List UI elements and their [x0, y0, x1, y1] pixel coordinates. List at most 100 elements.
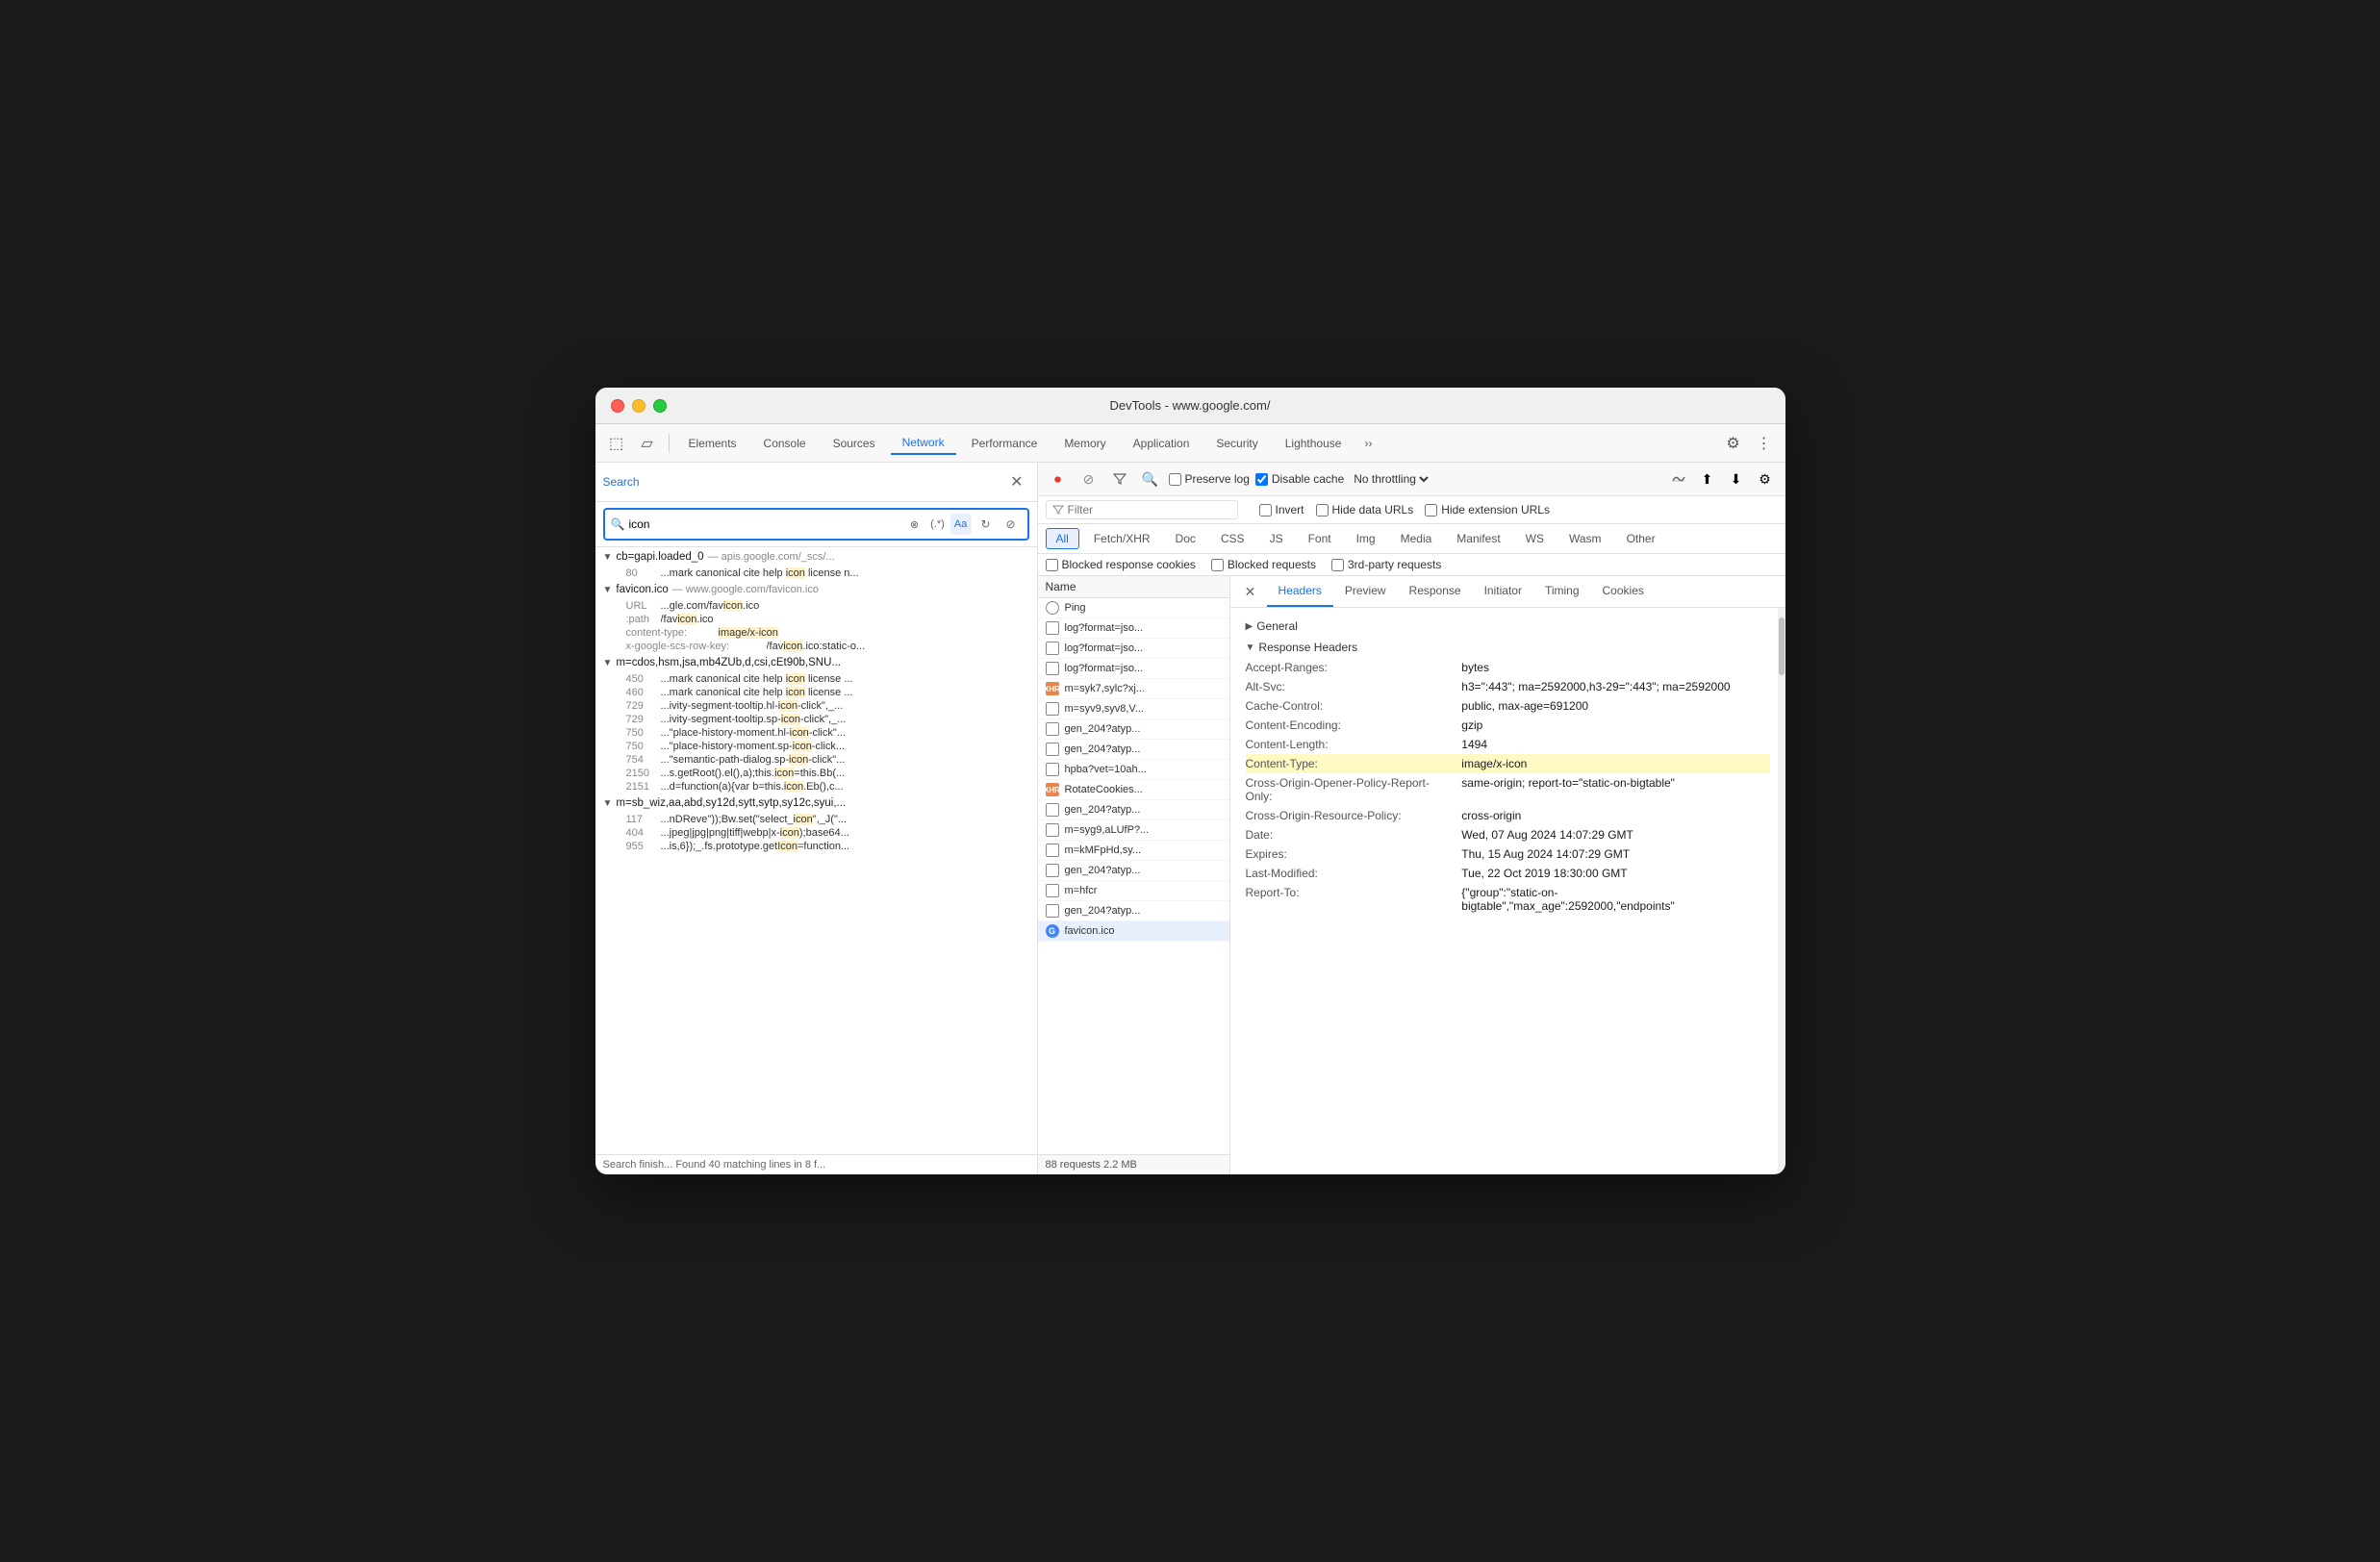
settings-icon[interactable]: ⚙: [1720, 430, 1747, 457]
search-network-button[interactable]: 🔍: [1138, 466, 1163, 491]
tab-memory[interactable]: Memory: [1052, 433, 1117, 454]
network-item-10[interactable]: gen_204?atyp...: [1038, 800, 1229, 820]
blocked-response-checkbox[interactable]: [1046, 559, 1058, 571]
filter-input[interactable]: [1068, 503, 1231, 516]
network-item-4[interactable]: XHR m=syk7,sylc?xj...: [1038, 679, 1229, 699]
device-mode-icon[interactable]: ▱: [634, 430, 661, 457]
result-line[interactable]: 2151 ...d=function(a){var b=this.icon.Eb…: [611, 780, 1037, 794]
type-tab-js[interactable]: JS: [1259, 528, 1294, 549]
detail-tab-preview[interactable]: Preview: [1333, 576, 1398, 607]
tab-lighthouse[interactable]: Lighthouse: [1274, 433, 1354, 454]
result-file-header-2[interactable]: ▼ favicon.ico — www.google.com/favicon.i…: [595, 580, 1037, 599]
type-tab-font[interactable]: Font: [1298, 528, 1342, 549]
result-line[interactable]: 117 ...nDReve"));Bw.set("select_icon",_J…: [611, 813, 1037, 826]
response-headers-section-header[interactable]: ▼ Response Headers: [1246, 637, 1770, 658]
disable-cache-checkbox[interactable]: [1255, 473, 1268, 486]
inspect-element-icon[interactable]: ⬚: [603, 430, 630, 457]
tab-security[interactable]: Security: [1204, 433, 1269, 454]
filter-button[interactable]: [1107, 466, 1132, 491]
search-input[interactable]: [628, 517, 899, 531]
network-item-2[interactable]: log?format=jso...: [1038, 639, 1229, 659]
result-line[interactable]: 2150 ...s.getRoot().el(),a);this.icon=th…: [611, 767, 1037, 780]
network-item-favicon[interactable]: G favicon.ico: [1038, 921, 1229, 942]
network-conditions-icon[interactable]: [1666, 466, 1691, 491]
result-line[interactable]: 955 ...is,6});_.fs.prototype.getIcon=fun…: [611, 840, 1037, 853]
blocked-requests-checkbox[interactable]: [1211, 559, 1224, 571]
more-options-icon[interactable]: ⋮: [1751, 430, 1778, 457]
throttle-select[interactable]: No throttling: [1350, 471, 1431, 487]
type-tab-all[interactable]: All: [1046, 528, 1079, 549]
blocked-response-label[interactable]: Blocked response cookies: [1046, 558, 1196, 571]
detail-tab-headers[interactable]: Headers: [1267, 576, 1333, 607]
invert-checkbox[interactable]: [1259, 504, 1272, 516]
scrollbar-track[interactable]: [1778, 608, 1785, 1174]
clear-results-button[interactable]: ⊘: [1000, 514, 1022, 535]
type-tab-doc[interactable]: Doc: [1165, 528, 1206, 549]
invert-label[interactable]: Invert: [1259, 503, 1304, 516]
network-item-14[interactable]: m=hfcr: [1038, 881, 1229, 901]
network-item-5[interactable]: m=syv9,syv8,V...: [1038, 699, 1229, 719]
result-file-header-4[interactable]: ▼ m=sb_wiz,aa,abd,sy12d,sytt,sytp,sy12c,…: [595, 794, 1037, 813]
detail-tab-cookies[interactable]: Cookies: [1591, 576, 1656, 607]
search-close-button[interactable]: ✕: [1004, 470, 1028, 493]
network-item-12[interactable]: m=kMFpHd,sy...: [1038, 841, 1229, 861]
result-line[interactable]: 80 ...mark canonical cite help icon lice…: [611, 567, 1037, 580]
hide-data-urls-checkbox[interactable]: [1316, 504, 1329, 516]
type-tab-css[interactable]: CSS: [1210, 528, 1255, 549]
network-item-15[interactable]: gen_204?atyp...: [1038, 901, 1229, 921]
result-line[interactable]: 750 ..."place-history-moment.sp-icon-cli…: [611, 740, 1037, 753]
detail-tab-initiator[interactable]: Initiator: [1473, 576, 1533, 607]
tab-console[interactable]: Console: [752, 433, 818, 454]
result-line[interactable]: URL ...gle.com/favicon.ico: [611, 599, 1037, 613]
close-button[interactable]: [611, 399, 624, 413]
tab-application[interactable]: Application: [1122, 433, 1202, 454]
disable-cache-label[interactable]: Disable cache: [1255, 472, 1344, 486]
result-line[interactable]: :path /favicon.ico: [611, 613, 1037, 626]
type-tab-wasm[interactable]: Wasm: [1558, 528, 1612, 549]
detail-tab-timing[interactable]: Timing: [1533, 576, 1591, 607]
result-line[interactable]: 729 ...ivity-segment-tooltip.hl-icon-cli…: [611, 699, 1037, 713]
general-section-header[interactable]: ▶ General: [1246, 616, 1770, 637]
record-button[interactable]: ⏺: [1046, 466, 1071, 491]
network-item-3[interactable]: log?format=jso...: [1038, 659, 1229, 679]
result-line[interactable]: 460 ...mark canonical cite help icon lic…: [611, 686, 1037, 699]
network-item-8[interactable]: hpba?vet=10ah...: [1038, 760, 1229, 780]
refresh-search-button[interactable]: ↻: [975, 514, 997, 535]
network-item-11[interactable]: m=syg9,aLUfP?...: [1038, 820, 1229, 841]
network-item-7[interactable]: gen_204?atyp...: [1038, 740, 1229, 760]
tab-network[interactable]: Network: [891, 432, 956, 455]
result-line[interactable]: content-type: image/x-icon: [611, 626, 1037, 640]
hide-extension-urls-checkbox[interactable]: [1425, 504, 1437, 516]
download-icon[interactable]: ⬇: [1724, 466, 1749, 491]
preserve-log-label[interactable]: Preserve log: [1169, 472, 1250, 486]
result-line[interactable]: 729 ...ivity-segment-tooltip.sp-icon-cli…: [611, 713, 1037, 726]
scrollbar-thumb[interactable]: [1779, 617, 1785, 675]
type-tab-fetch[interactable]: Fetch/XHR: [1083, 528, 1161, 549]
type-tab-media[interactable]: Media: [1390, 528, 1443, 549]
details-close-button[interactable]: ✕: [1238, 579, 1263, 604]
blocked-requests-label[interactable]: Blocked requests: [1211, 558, 1316, 571]
regex-toggle[interactable]: (.*): [927, 514, 949, 535]
result-file-header-3[interactable]: ▼ m=cdos,hsm,jsa,mb4ZUb,d,csi,cEt90b,SNU…: [595, 653, 1037, 672]
result-file-header-1[interactable]: ▼ cb=gapi.loaded_0 — apis.google.com/_sc…: [595, 547, 1037, 567]
third-party-checkbox[interactable]: [1331, 559, 1344, 571]
type-tab-img[interactable]: Img: [1346, 528, 1386, 549]
network-settings-icon[interactable]: ⚙: [1753, 466, 1778, 491]
third-party-label[interactable]: 3rd-party requests: [1331, 558, 1441, 571]
maximize-button[interactable]: [653, 399, 667, 413]
upload-icon[interactable]: ⬆: [1695, 466, 1720, 491]
tab-performance[interactable]: Performance: [960, 433, 1050, 454]
more-tabs-button[interactable]: ››: [1356, 433, 1380, 454]
hide-extension-urls-label[interactable]: Hide extension URLs: [1425, 503, 1550, 516]
preserve-log-checkbox[interactable]: [1169, 473, 1181, 486]
result-line[interactable]: x-google-scs-row-key: /favicon.ico:stati…: [611, 640, 1037, 653]
result-line[interactable]: 754 ..."semantic-path-dialog.sp-icon-cli…: [611, 753, 1037, 767]
network-item-6[interactable]: gen_204?atyp...: [1038, 719, 1229, 740]
type-tab-other[interactable]: Other: [1616, 528, 1666, 549]
stop-button[interactable]: ⊘: [1076, 466, 1101, 491]
network-item-1[interactable]: log?format=jso...: [1038, 618, 1229, 639]
network-item-13[interactable]: gen_204?atyp...: [1038, 861, 1229, 881]
case-sensitive-toggle[interactable]: Aa: [950, 514, 972, 535]
type-tab-manifest[interactable]: Manifest: [1446, 528, 1510, 549]
network-item-ping[interactable]: Ping: [1038, 598, 1229, 618]
